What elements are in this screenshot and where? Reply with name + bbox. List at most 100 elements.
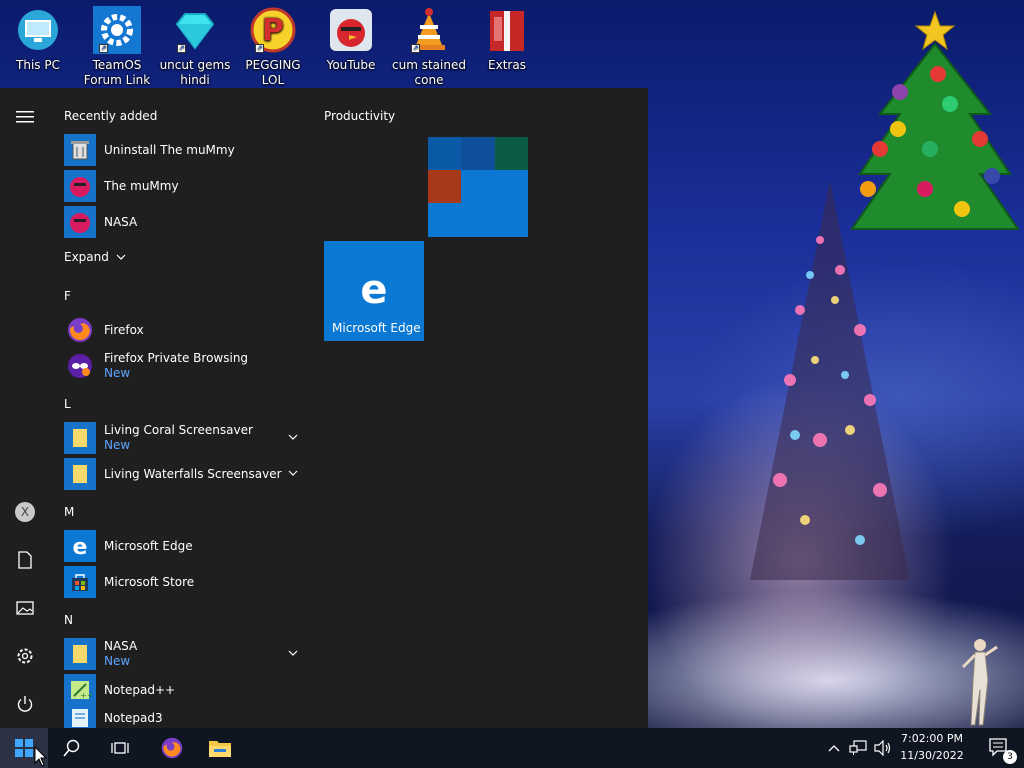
settings-button[interactable] <box>0 632 50 680</box>
edge-icon: e <box>73 535 88 558</box>
app-name: Firefox <box>104 322 144 337</box>
app-name: Living Waterfalls Screensaver <box>104 466 282 481</box>
nasa-app-icon <box>70 213 90 233</box>
firefox-icon <box>68 318 92 342</box>
app-item-firefox-private[interactable]: Firefox Private Browsing New <box>50 348 310 384</box>
taskbar-file-explorer[interactable] <box>196 728 244 768</box>
app-item-notepad3[interactable]: Notepad3 <box>50 700 310 728</box>
app-item-nasa-recent[interactable]: NASA <box>50 204 310 240</box>
letter-heading-l[interactable]: L <box>64 397 71 411</box>
search-button[interactable] <box>48 728 96 768</box>
gear-icon <box>17 648 33 664</box>
new-badge: New <box>104 438 131 452</box>
tile-microsoft-edge[interactable]: e Microsoft Edge <box>324 241 424 341</box>
shortcut-arrow-icon: ↗ <box>99 44 108 53</box>
power-icon <box>17 696 33 712</box>
app-item-microsoft-edge[interactable]: e Microsoft Edge <box>50 528 310 564</box>
svg-text:P: P <box>262 13 284 48</box>
search-icon <box>63 739 80 757</box>
show-hidden-icons-button[interactable] <box>822 728 846 768</box>
app-item-uninstall-mummy[interactable]: Uninstall The muMmy <box>50 132 310 168</box>
tile-folder-preview-icon <box>428 137 528 237</box>
store-icon <box>72 574 88 591</box>
speaker-icon <box>874 740 891 756</box>
app-list: Recently added Uninstall The muMmy The m… <box>50 88 310 728</box>
desktop-icon-this-pc[interactable]: This PC <box>0 4 78 73</box>
tiles-group-title[interactable]: Productivity <box>324 109 395 123</box>
power-button[interactable] <box>0 680 50 728</box>
desktop-icon-pegging[interactable]: P ↗ PEGGING LOL <box>233 4 313 88</box>
chevron-down-icon[interactable] <box>288 468 298 478</box>
chevron-down-icon[interactable] <box>288 432 298 442</box>
mouse-cursor-icon <box>34 746 48 767</box>
desktop-icon-teamos[interactable]: ↗ TeamOS Forum Link <box>77 4 157 88</box>
task-view-button[interactable] <box>96 728 144 768</box>
system-clock[interactable]: 7:02:00 PM 11/30/2022 <box>896 730 968 764</box>
task-view-icon <box>111 742 129 754</box>
shortcut-arrow-icon: ↗ <box>177 44 186 53</box>
desktop-icon-cone[interactable]: ↗ cum stained cone <box>389 4 469 88</box>
firefox-private-icon <box>68 354 92 378</box>
app-item-firefox[interactable]: Firefox <box>50 312 310 348</box>
volume-button[interactable] <box>870 728 896 768</box>
app-item-living-coral[interactable]: Living Coral Screensaver New <box>50 420 310 456</box>
clock-date: 11/30/2022 <box>900 749 964 762</box>
app-name: Uninstall The muMmy <box>104 142 235 157</box>
hamburger-menu-button[interactable] <box>0 93 50 141</box>
desktop-icon-label: Extras <box>488 58 526 72</box>
tiles-pane: Productivity e Microsoft Edge <box>310 88 648 728</box>
taskbar-firefox[interactable] <box>148 728 196 768</box>
app-name: Firefox Private Browsing <box>104 351 249 365</box>
action-center-button[interactable]: 3 <box>976 728 1024 768</box>
folder-icon <box>73 645 87 663</box>
shortcut-arrow-icon: ↗ <box>411 44 420 53</box>
app-item-the-mummy[interactable]: The muMmy <box>50 168 310 204</box>
start-menu: X Recently added Uninstall The muMmy The… <box>0 88 648 728</box>
picture-icon <box>16 601 34 615</box>
windows-logo-icon <box>15 739 33 757</box>
new-badge: New <box>104 366 131 380</box>
expand-button[interactable]: Expand <box>64 250 127 264</box>
network-icon <box>849 740 867 755</box>
user-account-button[interactable]: X <box>0 488 50 536</box>
network-button[interactable] <box>846 728 870 768</box>
app-name: NASA <box>104 214 138 229</box>
notepad-plus-icon: ++ <box>71 681 92 700</box>
clock-time: 7:02:00 PM <box>900 732 964 745</box>
lit-tree-wallpaper-art <box>750 180 910 580</box>
letter-heading-m[interactable]: M <box>64 505 74 519</box>
folder-icon <box>73 465 87 483</box>
app-item-living-waterfalls[interactable]: Living Waterfalls Screensaver <box>50 456 310 492</box>
app-name: Living Coral Screensaver <box>104 423 253 437</box>
svg-text:e: e <box>73 535 88 558</box>
pictures-button[interactable] <box>0 584 50 632</box>
app-name: Notepad3 <box>104 710 163 725</box>
chevron-down-icon[interactable] <box>288 648 298 658</box>
mummy-app-icon <box>70 177 90 197</box>
desktop-icon-extras[interactable]: Extras <box>467 4 547 73</box>
chevron-up-icon <box>828 745 840 752</box>
desktop-icon-label: cum stained cone <box>392 58 466 87</box>
uninstall-icon <box>71 141 89 160</box>
document-icon <box>18 551 32 569</box>
firefox-icon <box>161 737 183 759</box>
app-name: Notepad++ <box>104 682 176 697</box>
letter-heading-n[interactable]: N <box>64 613 73 627</box>
avatar-icon: X <box>15 502 35 522</box>
app-name: The muMmy <box>104 178 179 193</box>
desktop-icon-youtube[interactable]: YouTube <box>311 4 391 73</box>
app-item-nasa-folder[interactable]: NASA New <box>50 636 310 672</box>
live-tile-folder[interactable] <box>428 137 528 237</box>
folder-icon <box>209 741 231 757</box>
svg-text:X: X <box>21 505 29 519</box>
hamburger-icon <box>16 111 34 123</box>
letter-heading-f[interactable]: F <box>64 289 71 303</box>
app-item-microsoft-store[interactable]: Microsoft Store <box>50 564 310 600</box>
app-name: Microsoft Edge <box>104 538 193 553</box>
desktop-icon-uncut-gems[interactable]: ↗ uncut gems hindi <box>155 4 235 88</box>
notepad3-icon <box>72 709 88 727</box>
documents-button[interactable] <box>0 536 50 584</box>
tile-label: Microsoft Edge <box>332 321 421 335</box>
app-name: NASA <box>104 639 138 653</box>
expand-label: Expand <box>64 250 109 264</box>
